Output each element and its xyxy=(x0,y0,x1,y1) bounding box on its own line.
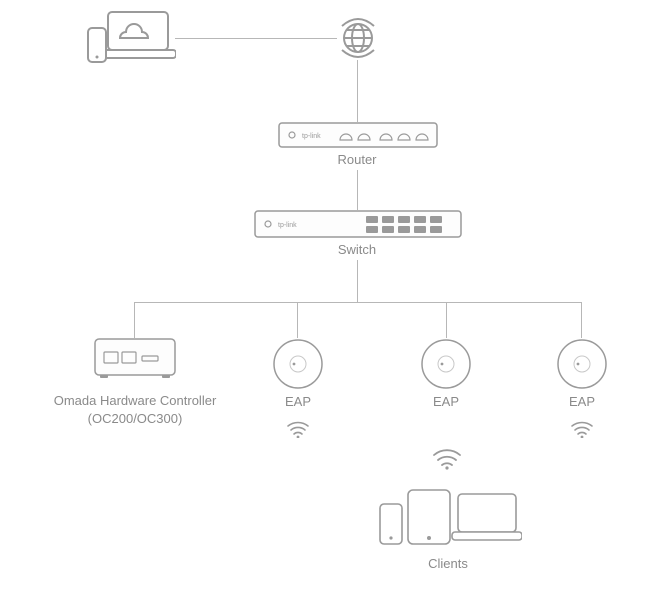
eap-device-1 xyxy=(272,338,324,390)
network-topology-diagram: tp-link Router tp-link Switch xyxy=(0,0,648,600)
globe-icon xyxy=(336,16,380,60)
eap-device-3 xyxy=(556,338,608,390)
wifi-icon-2 xyxy=(432,446,462,470)
eap-label-2: EAP xyxy=(426,394,466,409)
controller-device xyxy=(94,338,176,380)
eap-label-1: EAP xyxy=(278,394,318,409)
router-label: Router xyxy=(317,152,397,167)
wifi-icon-1 xyxy=(286,418,310,438)
svg-text:tp-link: tp-link xyxy=(278,222,297,229)
switch-label: Switch xyxy=(317,242,397,257)
wifi-icon-3 xyxy=(570,418,594,438)
laptop-cloud-icon xyxy=(86,10,176,66)
clients-label: Clients xyxy=(408,556,488,571)
eap-label-3: EAP xyxy=(562,394,602,409)
eap-device-2 xyxy=(420,338,472,390)
client-devices xyxy=(372,486,522,550)
switch-device: tp-link xyxy=(254,210,462,242)
router-device: tp-link xyxy=(278,122,438,152)
controller-label: Omada Hardware Controller (OC200/OC300) xyxy=(28,392,242,427)
svg-text:tp-link: tp-link xyxy=(302,133,321,140)
